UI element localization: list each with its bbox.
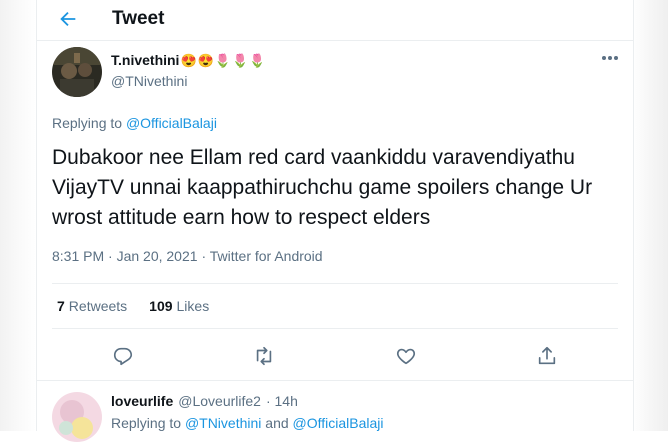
- and-label: and: [265, 415, 289, 431]
- reply-replying-to: Replying to @TNivethini and @OfficialBal…: [111, 415, 384, 431]
- likes-count: 109: [149, 298, 173, 314]
- likes-stat[interactable]: 109 Likes: [149, 298, 209, 314]
- replying-to-label: Replying to: [52, 115, 123, 131]
- reply-handle[interactable]: @Loveurlife2: [178, 393, 261, 409]
- meta-separator: ·: [201, 248, 207, 264]
- share-icon[interactable]: [536, 345, 558, 367]
- back-arrow-icon[interactable]: [57, 8, 79, 30]
- replying-to: Replying to @OfficialBalaji: [52, 115, 217, 131]
- reply-time[interactable]: · 14h: [266, 393, 298, 409]
- replying-to-link[interactable]: @TNivethini: [185, 415, 261, 431]
- tweet-text: Dubakoor nee Ellam red card vaankiddu va…: [52, 146, 593, 229]
- reply-avatar[interactable]: [52, 392, 102, 442]
- tweet-column: Tweet T.nivethini 😍 😍 🌷 🌷 🌷 @TNivethini …: [36, 0, 634, 442]
- likes-label: Likes: [176, 298, 210, 314]
- more-icon[interactable]: [601, 53, 619, 63]
- emoji: 🌷: [232, 52, 249, 68]
- emoji: 🌷: [249, 52, 266, 68]
- divider: [52, 328, 618, 329]
- reply-header: loveurlife @Loveurlife2 · 14h: [111, 393, 298, 409]
- avatar[interactable]: [52, 47, 102, 97]
- author-name-row[interactable]: T.nivethini 😍 😍 🌷 🌷 🌷: [111, 52, 265, 68]
- divider: [37, 380, 633, 381]
- reply-avatar-image: [52, 392, 102, 442]
- tweet-meta: 8:31 PM · Jan 20, 2021 · Twitter for And…: [52, 248, 323, 264]
- emoji: 🌷: [214, 52, 232, 68]
- header: Tweet: [37, 0, 633, 41]
- reply-display-name[interactable]: loveurlife: [111, 393, 173, 409]
- display-name[interactable]: T.nivethini: [111, 52, 179, 68]
- replying-to-label: Replying to: [111, 415, 182, 431]
- page-title: Tweet: [112, 8, 165, 29]
- emoji: 😍: [197, 52, 214, 68]
- replying-to-link[interactable]: @OfficialBalaji: [126, 115, 217, 131]
- retweets-stat[interactable]: 7 Retweets: [57, 298, 127, 314]
- emoji: 😍: [180, 52, 197, 68]
- tweet-stats: 7 Retweets 109 Likes: [57, 298, 231, 314]
- author-handle[interactable]: @TNivethini: [111, 73, 187, 89]
- like-icon[interactable]: [395, 345, 417, 367]
- replying-to-link[interactable]: @OfficialBalaji: [293, 415, 384, 431]
- divider: [52, 283, 618, 284]
- retweets-count: 7: [57, 298, 65, 314]
- avatar-image: [52, 47, 102, 97]
- retweet-icon[interactable]: [253, 345, 275, 367]
- tweet-source[interactable]: Twitter for Android: [210, 248, 323, 264]
- reply-icon[interactable]: [112, 345, 134, 367]
- timestamp[interactable]: 8:31 PM · Jan 20, 2021: [52, 248, 198, 264]
- retweets-label: Retweets: [68, 298, 128, 314]
